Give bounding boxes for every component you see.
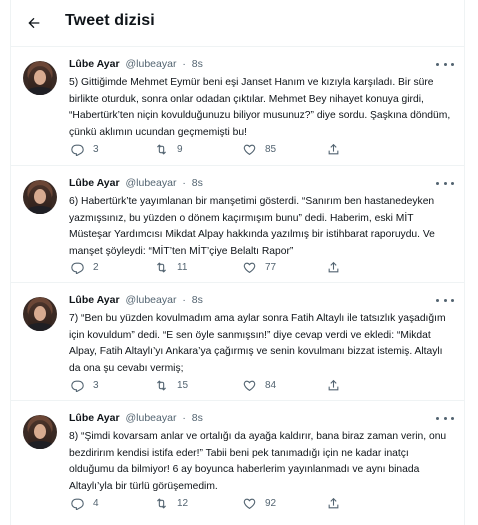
tweet[interactable]: Lûbe Ayar @lubeayar · 8s 7) “Ben bu yüzd… xyxy=(11,282,464,400)
tweet[interactable]: Lûbe Ayar @lubeayar · 8s 5) Gittiğimde M… xyxy=(11,46,464,165)
reply-icon xyxy=(71,498,84,510)
share-button[interactable] xyxy=(327,497,340,510)
share-icon xyxy=(328,379,339,390)
tweet[interactable]: Lûbe Ayar @lubeayar · 8s 6) Habertürk’te… xyxy=(11,165,464,282)
retweet-icon xyxy=(157,143,166,155)
reply-button[interactable]: 4 xyxy=(71,497,99,510)
like-count: 92 xyxy=(265,497,277,509)
retweet-button[interactable]: 9 xyxy=(155,143,183,156)
tweet-actions: 2 11 77 xyxy=(69,259,399,275)
share-icon xyxy=(328,261,339,272)
avatar[interactable] xyxy=(23,61,57,95)
heart-icon xyxy=(243,262,256,273)
like-count: 85 xyxy=(265,143,277,155)
reply-button[interactable]: 3 xyxy=(71,379,99,392)
like-count: 77 xyxy=(265,261,277,273)
share-icon xyxy=(328,143,339,154)
separator-dot: · xyxy=(182,58,186,70)
reply-icon xyxy=(71,262,84,274)
retweet-button[interactable]: 12 xyxy=(155,497,188,510)
avatar[interactable] xyxy=(23,415,57,449)
author-handle[interactable]: @lubeayar xyxy=(126,177,177,189)
share-icon xyxy=(328,497,339,508)
arrow-left-icon xyxy=(28,17,40,29)
separator-dot: · xyxy=(182,177,186,189)
like-button[interactable]: 92 xyxy=(243,497,276,510)
avatar[interactable] xyxy=(23,297,57,331)
reply-count: 3 xyxy=(93,143,99,155)
reply-count: 2 xyxy=(93,261,99,273)
like-button[interactable]: 85 xyxy=(243,143,276,156)
retweet-icon xyxy=(157,261,166,273)
more-icon xyxy=(436,416,439,420)
retweet-count: 11 xyxy=(177,261,188,273)
avatar[interactable] xyxy=(23,180,57,214)
timeline-column: Tweet dizisi Lûbe Ayar @lubeayar · 8s 5)… xyxy=(10,0,465,525)
reply-icon xyxy=(71,380,84,392)
tweet-text: 8) “Şimdi kovarsam anlar ve ortalığı da … xyxy=(69,431,447,492)
reply-button[interactable]: 3 xyxy=(71,143,99,156)
more-icon xyxy=(436,62,439,66)
more-button[interactable] xyxy=(436,294,454,306)
tweet-time[interactable]: 8s xyxy=(192,58,203,70)
tweet-text: 6) Habertürk’te yayımlanan bir manşetimi… xyxy=(69,196,435,257)
retweet-count: 15 xyxy=(177,379,189,391)
tweet-time[interactable]: 8s xyxy=(192,412,203,424)
reply-button[interactable]: 2 xyxy=(71,261,99,274)
retweet-count: 12 xyxy=(177,497,189,509)
author-handle[interactable]: @lubeayar xyxy=(126,58,177,70)
retweet-button[interactable]: 15 xyxy=(155,379,188,392)
share-button[interactable] xyxy=(327,261,340,274)
tweet-meta: Lûbe Ayar @lubeayar · 8s xyxy=(69,58,203,70)
heart-icon xyxy=(243,380,256,391)
retweet-count: 9 xyxy=(177,143,183,155)
retweet-icon xyxy=(157,497,166,509)
author-name[interactable]: Lûbe Ayar xyxy=(69,412,120,424)
tweet-meta: Lûbe Ayar @lubeayar · 8s xyxy=(69,177,203,189)
author-name[interactable]: Lûbe Ayar xyxy=(69,294,120,306)
more-button[interactable] xyxy=(436,412,454,424)
tweet-meta: Lûbe Ayar @lubeayar · 8s xyxy=(69,412,203,424)
author-name[interactable]: Lûbe Ayar xyxy=(69,177,120,189)
more-button[interactable] xyxy=(436,177,454,189)
tweet-text: 5) Gittiğimde Mehmet Eymür beni eşi Jans… xyxy=(69,77,451,138)
like-button[interactable]: 84 xyxy=(243,379,276,392)
more-icon xyxy=(436,298,439,302)
retweet-icon xyxy=(157,379,166,391)
heart-icon xyxy=(243,144,256,155)
share-button[interactable] xyxy=(327,143,340,156)
more-icon xyxy=(436,181,439,185)
author-handle[interactable]: @lubeayar xyxy=(126,412,177,424)
retweet-button[interactable]: 11 xyxy=(155,261,187,274)
back-button[interactable] xyxy=(21,10,47,36)
reply-count: 4 xyxy=(93,497,99,509)
more-button[interactable] xyxy=(436,58,454,70)
author-handle[interactable]: @lubeayar xyxy=(126,294,177,306)
separator-dot: · xyxy=(182,412,186,424)
page: Tweet dizisi Lûbe Ayar @lubeayar · 8s 5)… xyxy=(0,0,478,525)
tweet-meta: Lûbe Ayar @lubeayar · 8s xyxy=(69,294,203,306)
like-count: 84 xyxy=(265,379,277,391)
tweet[interactable]: Lûbe Ayar @lubeayar · 8s 8) “Şimdi kovar… xyxy=(11,400,464,525)
page-title: Tweet dizisi xyxy=(65,12,155,29)
tweet-actions: 3 15 84 xyxy=(69,377,399,393)
heart-icon xyxy=(243,498,256,509)
tweet-time[interactable]: 8s xyxy=(192,177,203,189)
tweet-actions: 4 12 92 xyxy=(69,495,399,511)
tweet-text: 7) “Ben bu yüzden kovulmadım ama aylar s… xyxy=(69,313,446,374)
reply-icon xyxy=(71,144,84,156)
header: Tweet dizisi xyxy=(11,0,464,46)
like-button[interactable]: 77 xyxy=(243,261,276,274)
author-name[interactable]: Lûbe Ayar xyxy=(69,58,120,70)
tweet-actions: 3 9 85 xyxy=(69,141,399,157)
separator-dot: · xyxy=(182,294,186,306)
reply-count: 3 xyxy=(93,379,99,391)
share-button[interactable] xyxy=(327,379,340,392)
tweet-time[interactable]: 8s xyxy=(192,294,203,306)
